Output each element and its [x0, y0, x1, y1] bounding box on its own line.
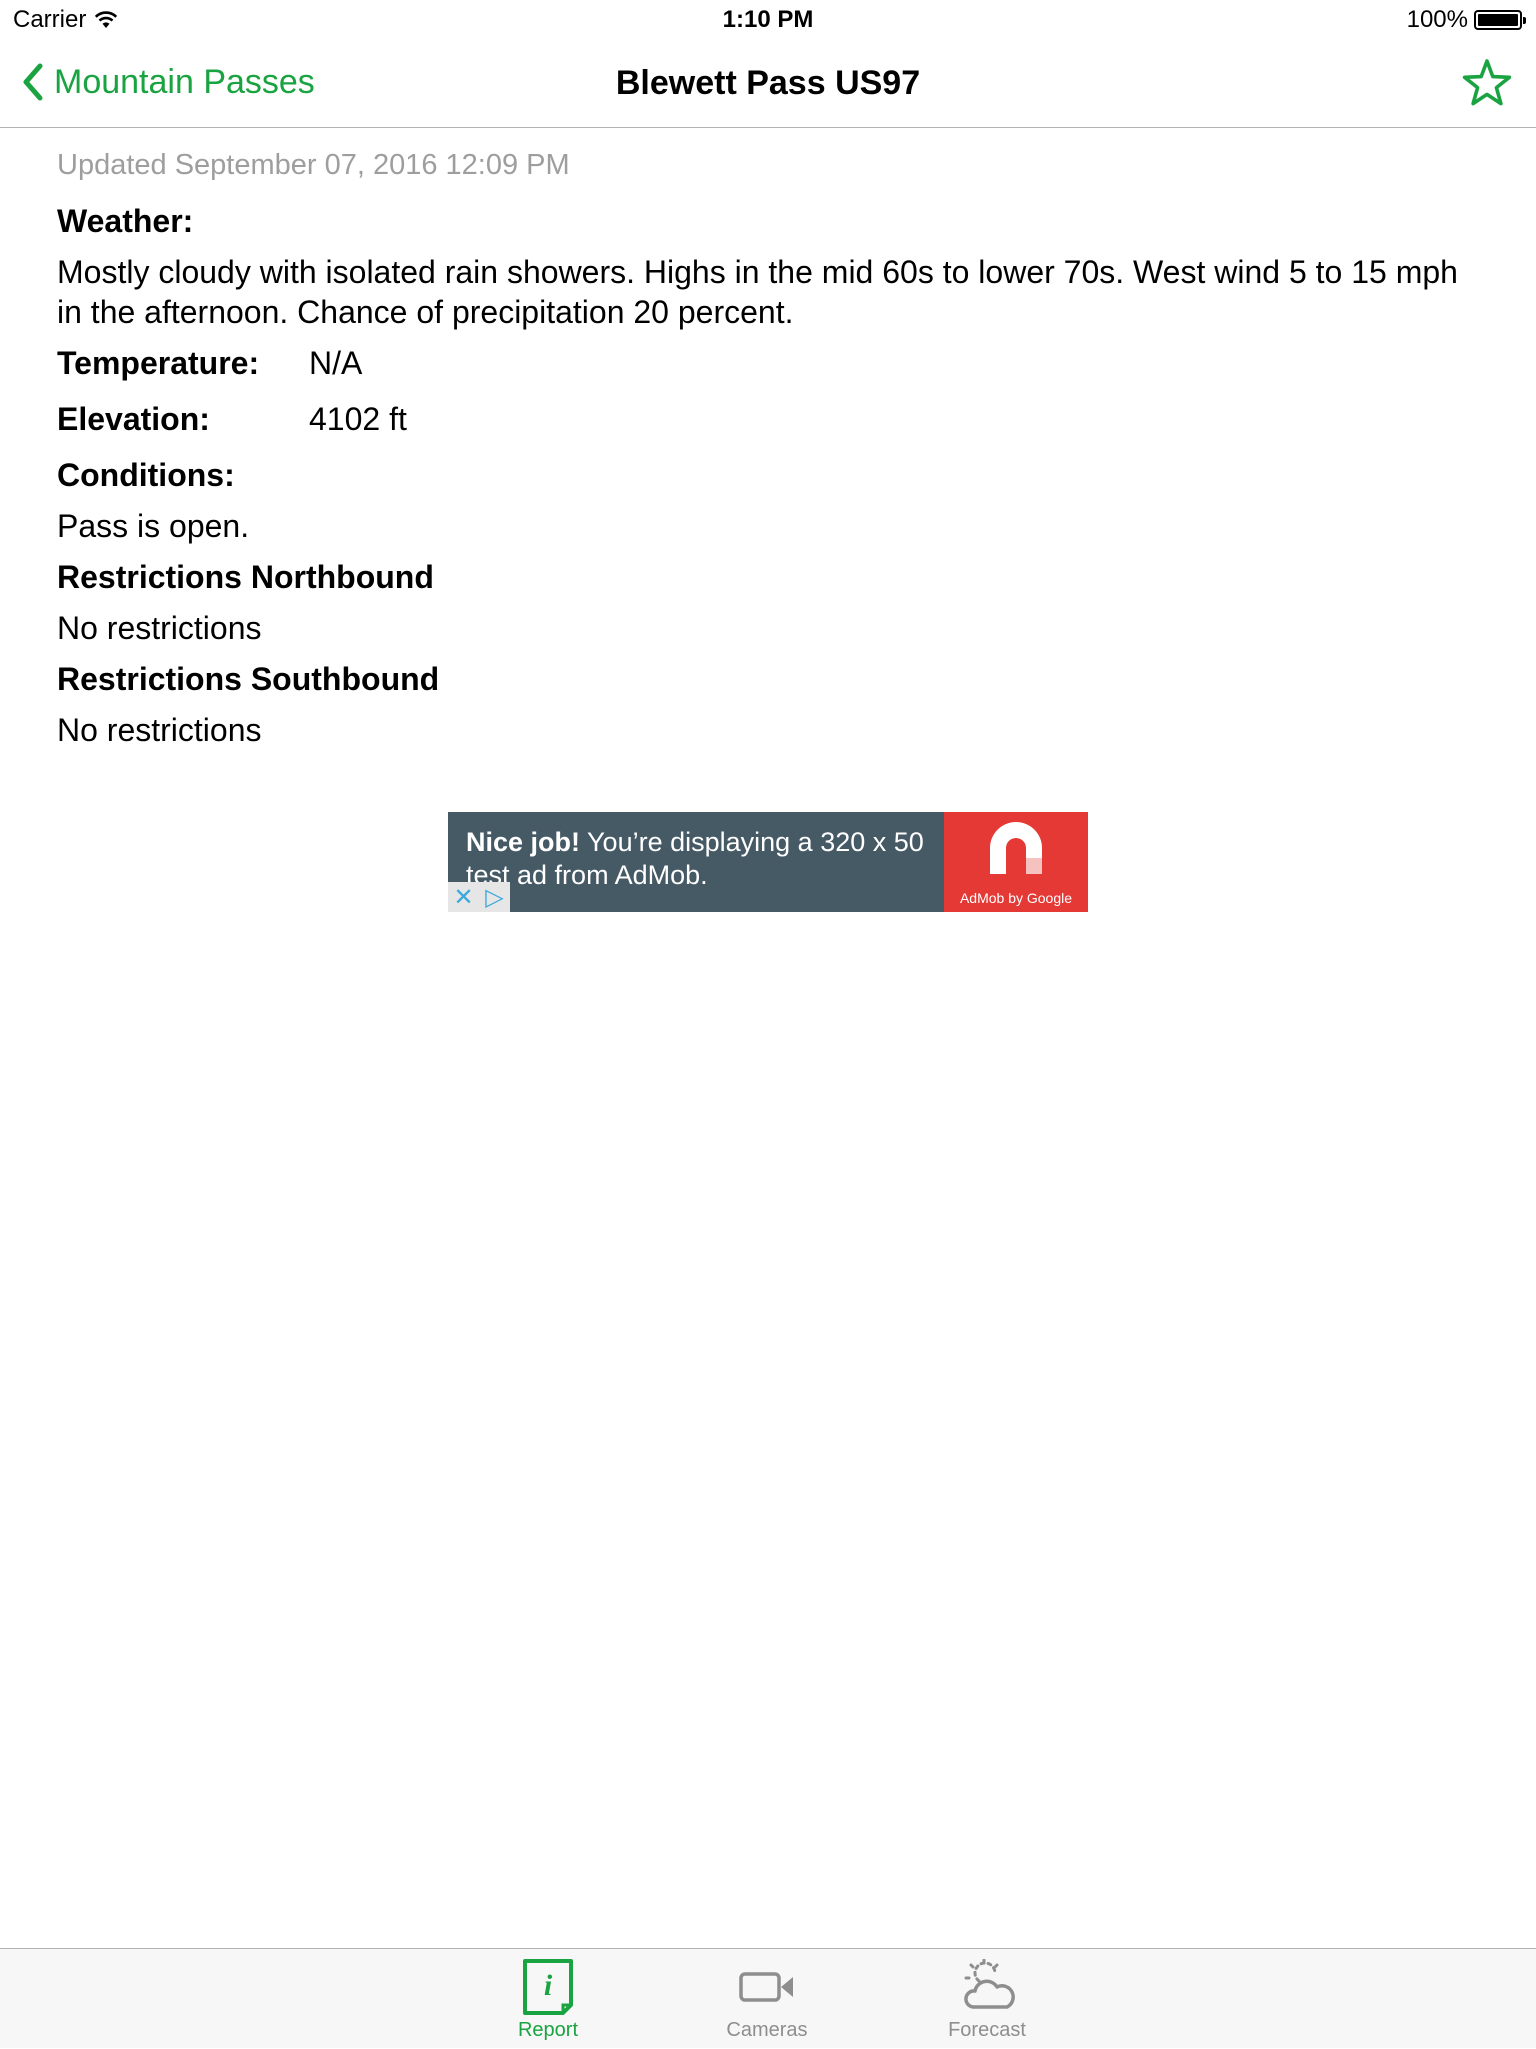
battery-icon: [1474, 10, 1526, 30]
pass-report: Updated September 07, 2016 12:09 PM Weat…: [57, 140, 1477, 750]
partly-cloudy-icon: [964, 1959, 1015, 2009]
northbound-label: Restrictions Northbound: [57, 559, 434, 595]
status-bar: Carrier 1:10 PM 100%: [0, 0, 1536, 40]
tab-label: Forecast: [948, 2019, 1026, 2041]
navigation-bar: Mountain Passes Blewett Pass US97: [0, 40, 1536, 128]
star-outline-icon[interactable]: [1460, 56, 1514, 110]
admob-logo: AdMob by Google: [944, 812, 1088, 912]
tab-forecast[interactable]: Forecast: [917, 1949, 1057, 2049]
ad-message: Nice job! You’re displaying a 320 x 50 t…: [466, 826, 946, 892]
updated-timestamp: Updated September 07, 2016 12:09 PM: [57, 149, 570, 181]
battery-indicator: 100%: [1406, 6, 1526, 34]
close-icon[interactable]: ✕: [448, 882, 479, 912]
tab-bar: i Report Cameras Forecast: [0, 1948, 1536, 2048]
elevation-value: 4102 ft: [309, 401, 407, 437]
ad-choices-icon[interactable]: ▷: [479, 882, 510, 912]
tab-report[interactable]: i Report: [478, 1949, 618, 2049]
page-title: Blewett Pass US97: [615, 64, 921, 102]
temperature-label: Temperature:: [57, 345, 260, 381]
battery-percent: 100%: [1406, 6, 1468, 33]
conditions-label: Conditions:: [57, 457, 235, 493]
weather-label: Weather:: [57, 203, 194, 239]
southbound-label: Restrictions Southbound: [57, 661, 440, 697]
report-info-icon: i: [523, 1959, 573, 2015]
weather-text: Mostly cloudy with isolated rain showers…: [57, 254, 1458, 330]
ad-banner[interactable]: Nice job! You’re displaying a 320 x 50 t…: [448, 812, 1088, 912]
ad-headline: Nice job!: [466, 827, 581, 857]
temperature-value: N/A: [309, 345, 363, 381]
northbound-text: No restrictions: [57, 610, 262, 646]
tab-label: Report: [517, 2019, 579, 2041]
svg-text:i: i: [544, 1969, 553, 2002]
status-time: 1:10 PM: [722, 6, 814, 33]
ad-brand: AdMob by Google: [959, 890, 1073, 906]
conditions-text: Pass is open.: [57, 508, 250, 544]
temperature-row: Temperature: N/A: [57, 338, 1477, 388]
tab-label: Cameras: [726, 2019, 808, 2041]
video-camera-icon: [739, 1972, 793, 2002]
elevation-row: Elevation: 4102 ft: [57, 394, 1477, 444]
tab-cameras[interactable]: Cameras: [697, 1949, 837, 2049]
admob-logo-icon: [990, 822, 1042, 874]
ad-choices[interactable]: ✕ ▷: [448, 882, 510, 912]
southbound-text: No restrictions: [57, 712, 262, 748]
elevation-label: Elevation:: [57, 401, 210, 437]
